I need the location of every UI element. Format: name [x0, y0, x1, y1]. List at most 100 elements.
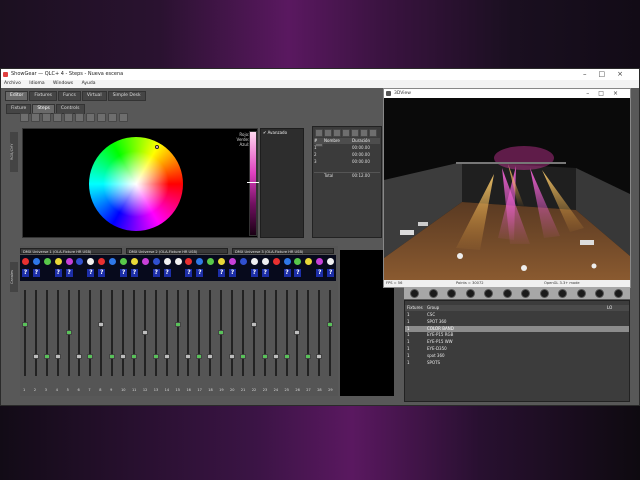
channel-fader[interactable] — [274, 290, 277, 376]
fader-handle[interactable] — [261, 354, 268, 359]
fader-handle[interactable] — [120, 354, 127, 359]
fixture-lamp-icon[interactable] — [484, 289, 493, 298]
copy-step-icon[interactable] — [369, 129, 377, 137]
menu-archivo[interactable]: Archivo — [4, 81, 21, 86]
up-step-icon[interactable] — [351, 129, 359, 137]
channel-fader[interactable] — [165, 290, 168, 376]
table-row[interactable]: 1 SPOT 360 — [405, 319, 629, 326]
channel-fader[interactable] — [263, 290, 266, 376]
redo-icon[interactable] — [75, 113, 84, 122]
menu-ayuda[interactable]: Ayuda — [82, 81, 96, 86]
fader-handle[interactable] — [54, 354, 61, 359]
play-icon[interactable] — [86, 113, 95, 122]
fader-handle[interactable] — [283, 354, 290, 359]
fader-handle[interactable] — [152, 354, 159, 359]
remove-step-icon[interactable] — [342, 129, 350, 137]
table-row[interactable]: 1 CSC — [405, 312, 629, 319]
channel-fader[interactable] — [154, 290, 157, 376]
side-label-channels[interactable]: Canales — [10, 262, 18, 292]
channel-fader[interactable] — [318, 290, 321, 376]
maximize-icon[interactable]: □ — [598, 90, 613, 97]
channel-fader[interactable] — [24, 290, 26, 376]
paste-icon[interactable] — [53, 113, 62, 122]
fader-handle[interactable] — [218, 330, 225, 335]
fader-handle[interactable] — [65, 330, 72, 335]
channel-fader[interactable] — [329, 290, 332, 376]
channel-fader[interactable] — [176, 290, 179, 376]
copy-icon[interactable] — [42, 113, 51, 122]
universe-2[interactable]: DMX Universe 2 (OLA-Fixture HR USB) — [126, 248, 228, 254]
remove-icon[interactable] — [31, 113, 40, 122]
channel-fader[interactable] — [285, 290, 288, 376]
table-row[interactable]: 1 spot 360 — [405, 353, 629, 360]
channel-fader[interactable] — [231, 290, 234, 376]
fader-handle[interactable] — [207, 354, 214, 359]
tab-editor[interactable]: Editor — [5, 91, 29, 101]
channel-fader[interactable] — [132, 290, 135, 376]
fader-handle[interactable] — [174, 322, 181, 327]
table-row[interactable]: 1 EYE-P15 RGB — [405, 332, 629, 339]
table-row[interactable]: 1 SPOTS — [405, 360, 629, 367]
stage-3d-scene[interactable] — [384, 98, 630, 280]
fixture-lamp-icon[interactable] — [558, 289, 567, 298]
fader-handle[interactable] — [272, 354, 279, 359]
fader-handle[interactable] — [305, 354, 312, 359]
advanced-checkbox[interactable]: ✔ Avanzado — [263, 130, 287, 135]
table-row[interactable]: 1 COLOR BAND — [405, 325, 629, 333]
fader-handle[interactable] — [239, 354, 246, 359]
universe-3[interactable]: DMX Universe 3 (OLA-Fixture HR USB) — [232, 248, 334, 254]
side-label-rgb[interactable]: RGB/CMY — [10, 132, 18, 172]
channel-fader[interactable] — [111, 290, 114, 376]
channel-fader[interactable] — [100, 290, 103, 376]
universe-1[interactable]: DMX Universe 1 (OLA-Fixture HR USB) — [20, 248, 122, 254]
fixture-lamp-icon[interactable] — [539, 289, 549, 298]
tab-virtual[interactable]: Virtual — [81, 91, 107, 101]
channel-fader[interactable] — [209, 290, 212, 376]
stop-icon[interactable] — [97, 113, 106, 122]
fader-handle[interactable] — [141, 330, 148, 335]
add-icon[interactable] — [20, 113, 29, 122]
color-wheel[interactable] — [89, 137, 183, 231]
down-step-icon[interactable] — [360, 129, 368, 137]
fader-handle[interactable] — [109, 354, 116, 359]
maximize-icon[interactable]: □ — [599, 70, 618, 78]
table-row[interactable]: 3 00:00.00 — [314, 159, 380, 165]
tab-simple-desk[interactable]: Simple Desk — [107, 91, 146, 101]
fader-handle[interactable] — [327, 322, 334, 327]
fixture-lamp-icon[interactable] — [576, 289, 586, 298]
fader-handle[interactable] — [32, 354, 39, 359]
fader-handle[interactable] — [43, 354, 50, 359]
close-icon[interactable]: × — [617, 70, 635, 78]
fader-handle[interactable] — [196, 354, 203, 359]
add-step-icon[interactable] — [333, 129, 341, 137]
channel-fader[interactable] — [241, 290, 244, 376]
minimize-icon[interactable]: – — [583, 70, 599, 78]
menu-idioma[interactable]: Idioma — [29, 81, 44, 86]
channel-fader[interactable] — [78, 290, 81, 376]
fader-handle[interactable] — [294, 330, 301, 335]
fader-handle[interactable] — [98, 322, 105, 327]
fader-handle[interactable] — [87, 354, 94, 359]
channel-fader[interactable] — [89, 290, 92, 376]
fader-handle[interactable] — [229, 354, 236, 359]
blind-icon[interactable] — [108, 113, 117, 122]
fixture-lamp-icon[interactable] — [613, 289, 623, 298]
tab-funcs[interactable]: Funcs — [57, 91, 81, 101]
stop-step-icon[interactable] — [324, 129, 332, 137]
channel-fader[interactable] — [34, 290, 37, 376]
table-row[interactable]: 1 00:00.00 — [314, 145, 380, 151]
close-icon[interactable]: × — [613, 90, 627, 97]
fixture-lamp-icon[interactable] — [502, 289, 512, 298]
fader-handle[interactable] — [316, 354, 323, 359]
channel-fader[interactable] — [252, 290, 255, 376]
play-step-icon[interactable] — [315, 129, 323, 137]
fixture-lamp-icon[interactable] — [447, 289, 456, 298]
tab-fixtures[interactable]: Fixtures — [29, 91, 57, 101]
undo-icon[interactable] — [64, 113, 73, 122]
fixture-lamp-icon[interactable] — [428, 289, 438, 298]
saturation-handle[interactable] — [247, 182, 259, 183]
minimize-icon[interactable]: – — [586, 90, 598, 97]
fader-handle[interactable] — [22, 322, 28, 327]
fader-handle[interactable] — [163, 354, 170, 359]
fader-handle[interactable] — [185, 354, 192, 359]
